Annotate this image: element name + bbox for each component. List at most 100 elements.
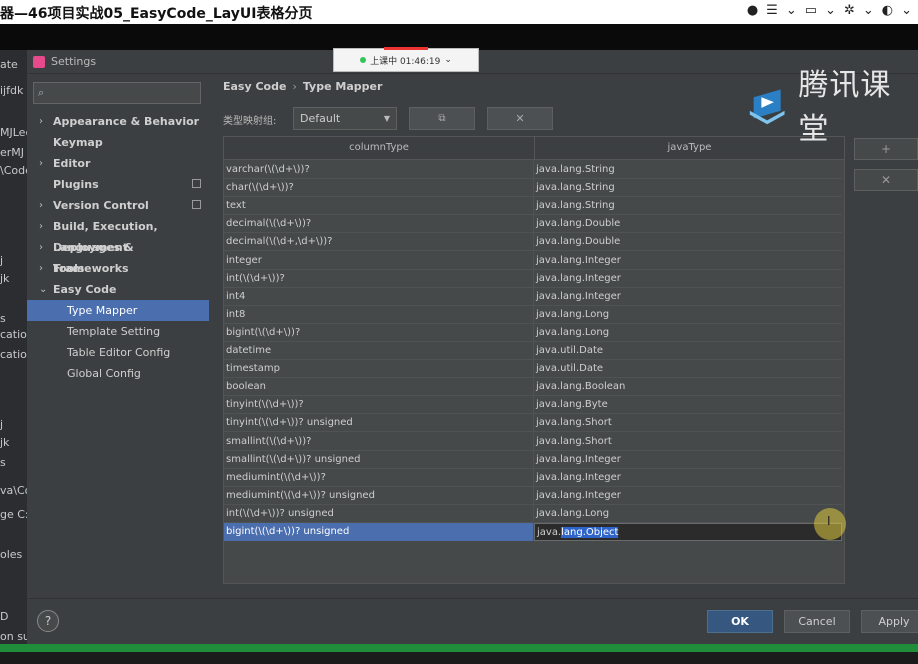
sidebar-item-global-config[interactable]: Global Config	[27, 363, 209, 384]
sidebar-item-tools[interactable]: › Tools	[27, 258, 209, 279]
java-type-cell[interactable]: java.util.Date	[534, 360, 842, 378]
table-row[interactable]: timestamp java.util.Date	[224, 360, 842, 379]
help-button[interactable]: ?	[37, 610, 59, 632]
video-control-icon[interactable]: ⌄	[786, 3, 797, 18]
table-row[interactable]: int(\(\d+\))? unsigned java.lang.Long	[224, 504, 842, 523]
java-type-cell[interactable]: java.lang.String	[534, 161, 842, 179]
java-type-cell[interactable]: java.lang.Integer	[534, 270, 842, 288]
table-row[interactable]: char(\(\d+\))? java.lang.String	[224, 179, 842, 198]
table-row[interactable]: smallint(\(\d+\))? java.lang.Short	[224, 432, 842, 451]
chevron-right-icon[interactable]: ›	[39, 111, 43, 132]
column-type-cell[interactable]: bigint(\(\d+\))? unsigned	[224, 523, 534, 541]
sidebar-item-editor[interactable]: › Editor	[27, 153, 209, 174]
column-type-cell[interactable]: char(\(\d+\))?	[224, 179, 534, 198]
sidebar-item-languages-frameworks[interactable]: › Languages & Frameworks	[27, 237, 209, 275]
table-row[interactable]: bigint(\(\d+\))? unsigned java.lang.Objec…	[224, 523, 842, 541]
sidebar-item-easy-code[interactable]: ⌄ Easy Code	[27, 279, 209, 300]
table-row[interactable]: decimal(\(\d+\))? java.lang.Double	[224, 215, 842, 234]
video-control-icon[interactable]: ☰	[766, 3, 778, 18]
java-type-cell[interactable]: java.lang.Integer	[534, 288, 842, 306]
apply-button[interactable]: Apply	[861, 610, 918, 633]
table-row[interactable]: datetime java.util.Date	[224, 342, 842, 360]
table-row[interactable]: mediumint(\(\d+\))? java.lang.Integer	[224, 468, 842, 487]
sidebar-item-version-control[interactable]: › Version Control	[27, 195, 209, 216]
sidebar-item-plugins[interactable]: Plugins	[27, 174, 209, 195]
java-type-cell[interactable]: java.lang.Short	[534, 414, 842, 432]
table-row[interactable]: int4 java.lang.Integer	[224, 287, 842, 306]
table-row[interactable]: smallint(\(\d+\))? unsigned java.lang.Int…	[224, 450, 842, 469]
java-type-cell[interactable]: java.lang.Long	[534, 306, 842, 324]
settings-search-input[interactable]: ⌕	[33, 82, 201, 104]
video-control-icon[interactable]: ◐	[882, 3, 893, 18]
remove-row-button[interactable]: ✕	[854, 169, 918, 191]
java-type-cell[interactable]: java.lang.Byte	[534, 396, 842, 414]
copy-group-button[interactable]: ⧉	[409, 107, 475, 130]
live-timer[interactable]: 上课中 01:46:19 ⌄	[333, 47, 479, 72]
column-type-cell[interactable]: timestamp	[224, 360, 534, 379]
chevron-right-icon[interactable]: ›	[39, 237, 43, 258]
table-row[interactable]: bigint(\(\d+\))? java.lang.Long	[224, 323, 842, 342]
column-type-cell[interactable]: smallint(\(\d+\))? unsigned	[224, 450, 534, 469]
sidebar-item-keymap[interactable]: Keymap	[27, 132, 209, 153]
column-type-cell[interactable]: bigint(\(\d+\))?	[224, 323, 534, 342]
video-control-icon[interactable]: ●	[747, 3, 758, 18]
chevron-right-icon[interactable]: ›	[39, 216, 43, 237]
column-type-cell[interactable]: decimal(\(\d+,\d+\))?	[224, 233, 534, 252]
column-type-cell[interactable]: mediumint(\(\d+\))?	[224, 468, 534, 487]
table-row[interactable]: integer java.lang.Integer	[224, 251, 842, 270]
java-type-cell[interactable]: java.lang.String	[534, 179, 842, 197]
java-type-cell[interactable]: java.lang.Object	[534, 523, 842, 541]
java-type-cell[interactable]: java.lang.Short	[534, 433, 842, 451]
table-row[interactable]: boolean java.lang.Boolean	[224, 378, 842, 397]
column-type-cell[interactable]: tinyint(\(\d+\))?	[224, 396, 534, 415]
column-type-cell[interactable]: text	[224, 197, 534, 216]
java-type-cell[interactable]: java.lang.Integer	[534, 451, 842, 469]
table-row[interactable]: text java.lang.String	[224, 197, 842, 216]
table-row[interactable]: int(\(\d+\))? java.lang.Integer	[224, 269, 842, 288]
mapping-group-select[interactable]: Default ▼	[293, 107, 397, 130]
java-type-cell[interactable]: java.lang.Long	[534, 505, 842, 523]
video-control-icon[interactable]: ✲	[844, 3, 855, 18]
column-type-cell[interactable]: varchar(\(\d+\))?	[224, 161, 534, 179]
table-row[interactable]: tinyint(\(\d+\))? java.lang.Byte	[224, 396, 842, 415]
video-control-icon[interactable]: ⌄	[863, 3, 874, 18]
table-row[interactable]: decimal(\(\d+,\d+\))? java.lang.Double	[224, 233, 842, 252]
column-type-cell[interactable]: tinyint(\(\d+\))? unsigned	[224, 414, 534, 433]
video-control-icon[interactable]: ⌄	[901, 3, 912, 18]
column-type-cell[interactable]: boolean	[224, 378, 534, 397]
table-row[interactable]: mediumint(\(\d+\))? unsigned java.lang.In…	[224, 486, 842, 505]
sidebar-item-appearance-behavior[interactable]: › Appearance & Behavior	[27, 111, 209, 132]
table-row[interactable]: tinyint(\(\d+\))? unsigned java.lang.Shor…	[224, 414, 842, 433]
java-type-cell[interactable]: java.lang.Long	[534, 324, 842, 342]
column-type-cell[interactable]: datetime	[224, 342, 534, 360]
delete-group-button[interactable]: ✕	[487, 107, 553, 130]
breadcrumb-root[interactable]: Easy Code	[223, 80, 286, 93]
column-type-cell[interactable]: mediumint(\(\d+\))? unsigned	[224, 486, 534, 505]
java-type-cell[interactable]: java.lang.Double	[534, 233, 842, 251]
table-row[interactable]: int8 java.lang.Long	[224, 305, 842, 324]
java-type-cell[interactable]: java.lang.Integer	[534, 469, 842, 487]
java-type-cell[interactable]: java.lang.String	[534, 197, 842, 215]
table-row[interactable]: varchar(\(\d+\))? java.lang.String	[224, 161, 842, 179]
sidebar-item-template-setting[interactable]: Template Setting	[27, 321, 209, 342]
chevron-right-icon[interactable]: ›	[39, 195, 43, 216]
column-type-cell[interactable]: decimal(\(\d+\))?	[224, 215, 534, 234]
sidebar-item-table-editor-config[interactable]: Table Editor Config	[27, 342, 209, 363]
cancel-button[interactable]: Cancel	[784, 610, 850, 633]
chevron-down-icon[interactable]: ⌄	[39, 279, 47, 300]
sidebar-item-build-execution-deployment[interactable]: › Build, Execution, Deployment	[27, 216, 209, 254]
ok-button[interactable]: OK	[707, 610, 773, 633]
column-type-cell[interactable]: int4	[224, 287, 534, 306]
column-type-cell[interactable]: integer	[224, 251, 534, 270]
java-type-cell[interactable]: java.lang.Double	[534, 215, 842, 233]
chevron-right-icon[interactable]: ›	[39, 258, 43, 279]
video-control-icon[interactable]: ▭	[805, 3, 817, 18]
video-control-icon[interactable]: ⌄	[825, 3, 836, 18]
java-type-cell[interactable]: java.lang.Integer	[534, 487, 842, 505]
chevron-right-icon[interactable]: ›	[39, 153, 43, 174]
column-type-cell[interactable]: int(\(\d+\))?	[224, 269, 534, 288]
java-type-cell[interactable]: java.lang.Boolean	[534, 378, 842, 396]
column-type-cell[interactable]: int(\(\d+\))? unsigned	[224, 504, 534, 523]
java-type-cell[interactable]: java.lang.Integer	[534, 252, 842, 270]
column-type-cell[interactable]: int8	[224, 305, 534, 324]
